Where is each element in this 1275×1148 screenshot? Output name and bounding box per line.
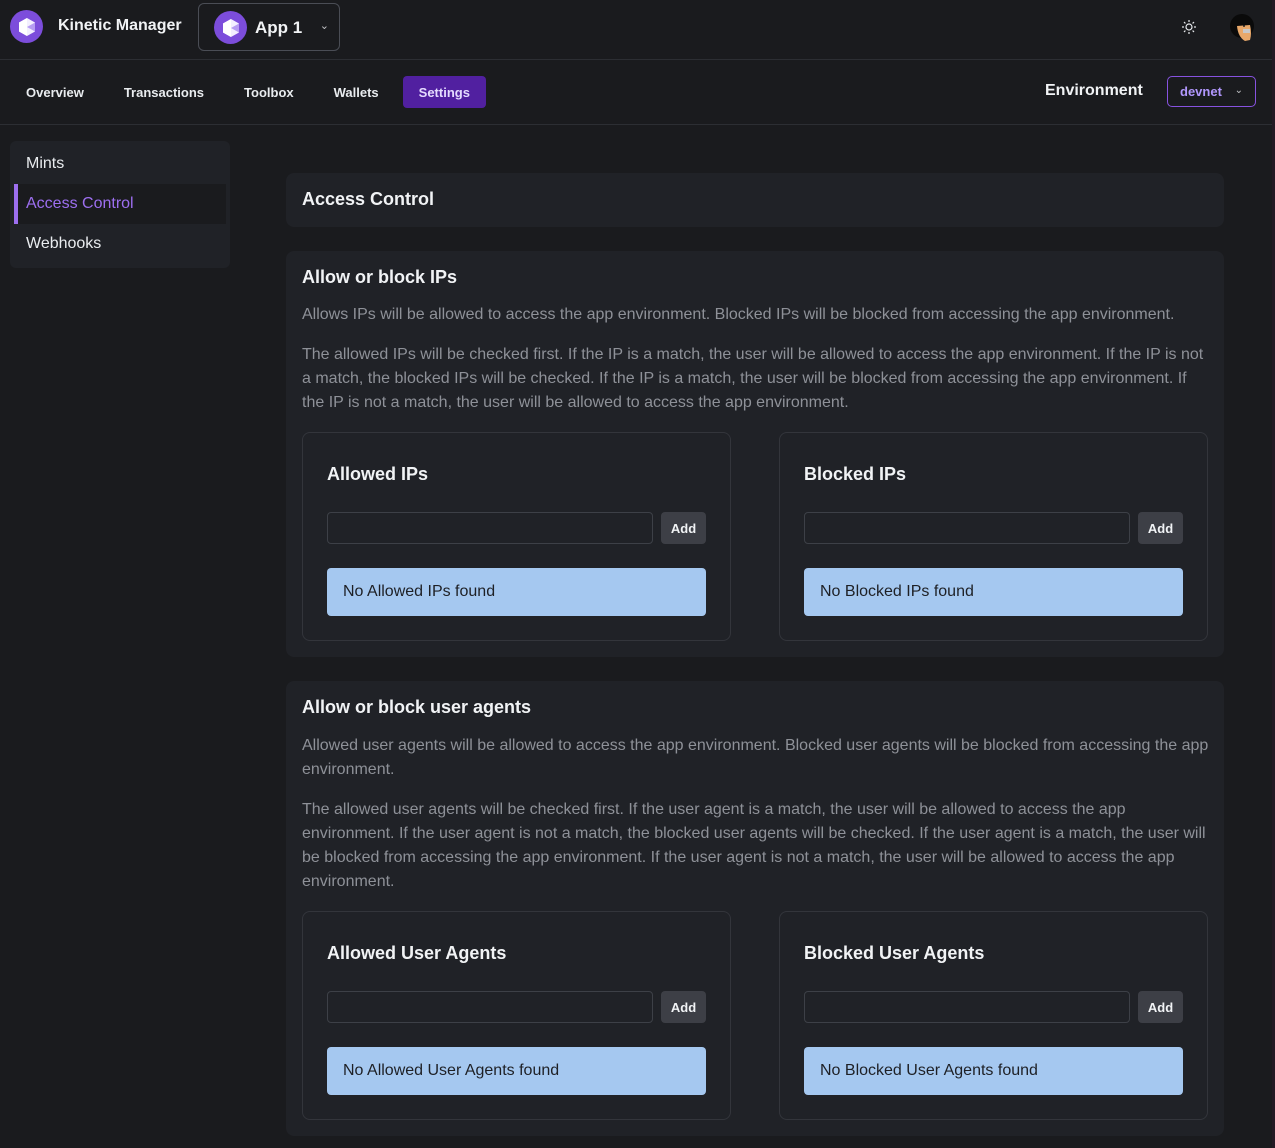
allowed-user-agents-title: Allowed User Agents [327, 943, 507, 963]
add-allowed-ip-button[interactable]: Add [661, 512, 706, 544]
settings-sidebar: Mints Access Control Webhooks [10, 141, 230, 268]
main-nav: Overview Transactions Toolbox Wallets Se… [0, 60, 1275, 125]
app-selector[interactable]: App 1 ⌄ [198, 3, 340, 51]
app-logo-icon [214, 11, 247, 44]
allowed-ip-input[interactable] [327, 512, 653, 544]
ua-section-explanation: The allowed user agents will be checked … [302, 801, 1206, 890]
page-title-card: Access Control [286, 173, 1224, 227]
environment-selector[interactable]: devnet ⌄ [1167, 76, 1256, 107]
tab-wallets[interactable]: Wallets [318, 76, 395, 108]
user-avatar[interactable] [1228, 13, 1256, 43]
blocked-user-agents-title: Blocked User Agents [804, 943, 985, 963]
blocked-ip-input[interactable] [804, 512, 1130, 544]
blocked-ips-title: Blocked IPs [804, 464, 907, 484]
app-header: Kinetic Manager App 1 ⌄ [0, 0, 1275, 60]
sun-icon [1182, 20, 1196, 34]
chevron-down-icon: ⌄ [319, 20, 329, 32]
ip-section-title: Allow or block IPs [302, 267, 458, 287]
allowed-ips-title: Allowed IPs [327, 464, 429, 484]
user-agent-section: Allow or block user agents Allowed user … [286, 681, 1224, 1136]
ua-section-title: Allow or block user agents [302, 697, 532, 717]
app-selector-value: App 1 [255, 18, 303, 37]
ua-section-description: Allowed user agents will be allowed to a… [302, 737, 1209, 778]
ip-section-description: Allows IPs will be allowed to access the… [302, 306, 1175, 323]
allowed-user-agent-input[interactable] [327, 991, 653, 1023]
theme-toggle-button[interactable] [1178, 16, 1200, 38]
allowed-ips-empty-message: No Allowed IPs found [327, 568, 706, 616]
sidebar-item-access-control[interactable]: Access Control [14, 184, 226, 224]
sidebar-item-mints[interactable]: Mints [14, 144, 226, 184]
blocked-user-agents-panel: Blocked User Agents Add No Blocked User … [779, 911, 1208, 1120]
tab-transactions[interactable]: Transactions [108, 76, 220, 108]
add-allowed-user-agent-button[interactable]: Add [661, 991, 706, 1023]
add-blocked-ip-button[interactable]: Add [1138, 512, 1183, 544]
allowed-ips-panel: Allowed IPs Add No Allowed IPs found [302, 432, 731, 641]
ip-section-explanation: The allowed IPs will be checked first. I… [302, 346, 1204, 411]
kinetic-logo-icon[interactable] [10, 10, 43, 43]
blocked-ips-panel: Blocked IPs Add No Blocked IPs found [779, 432, 1208, 641]
blocked-user-agent-input[interactable] [804, 991, 1130, 1023]
tab-overview[interactable]: Overview [10, 76, 100, 108]
tab-settings[interactable]: Settings [402, 76, 486, 108]
blocked-ips-empty-message: No Blocked IPs found [804, 568, 1183, 616]
brand-name: Kinetic Manager [58, 17, 182, 34]
sidebar-item-webhooks[interactable]: Webhooks [14, 224, 226, 264]
blocked-user-agents-empty-message: No Blocked User Agents found [804, 1047, 1183, 1095]
chevron-down-icon: ⌄ [1234, 85, 1243, 96]
ip-section: Allow or block IPs Allows IPs will be al… [286, 251, 1224, 657]
allowed-user-agents-empty-message: No Allowed User Agents found [327, 1047, 706, 1095]
page-title: Access Control [302, 189, 435, 209]
add-blocked-user-agent-button[interactable]: Add [1138, 991, 1183, 1023]
environment-label: Environment [1045, 82, 1143, 99]
environment-value: devnet [1180, 84, 1222, 99]
allowed-user-agents-panel: Allowed User Agents Add No Allowed User … [302, 911, 731, 1120]
tab-toolbox[interactable]: Toolbox [228, 76, 310, 108]
